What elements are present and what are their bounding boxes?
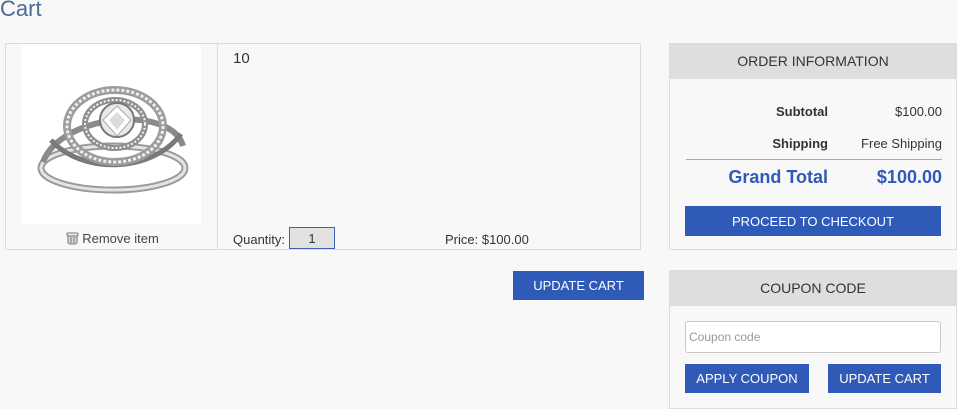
proceed-to-checkout-button[interactable]: PROCEED TO CHECKOUT bbox=[685, 206, 941, 236]
remove-item-link[interactable]: Remove item bbox=[6, 231, 218, 248]
trash-icon bbox=[65, 231, 79, 248]
product-image[interactable] bbox=[21, 44, 201, 224]
item-price: Price: $100.00 bbox=[445, 232, 529, 247]
order-information-header: ORDER INFORMATION bbox=[670, 44, 956, 79]
subtotal-value: $100.00 bbox=[895, 104, 942, 119]
quantity-input[interactable] bbox=[289, 227, 335, 249]
shipping-value: Free Shipping bbox=[861, 136, 942, 151]
grand-total-label: Grand Total bbox=[728, 167, 828, 187]
coupon-code-input[interactable] bbox=[685, 321, 941, 353]
coupon-code-header: COUPON CODE bbox=[670, 271, 956, 306]
remove-item-label: Remove item bbox=[82, 231, 159, 246]
update-cart-button[interactable]: UPDATE CART bbox=[513, 271, 644, 300]
shipping-label: Shipping bbox=[772, 136, 828, 151]
subtotal-label: Subtotal bbox=[776, 104, 828, 119]
quantity-label: Quantity: bbox=[233, 232, 286, 247]
product-image-cell: Remove item bbox=[6, 44, 218, 249]
grand-total-value: $100.00 bbox=[876, 167, 942, 187]
totals-divider bbox=[686, 159, 942, 160]
product-name[interactable]: 10 bbox=[233, 50, 250, 67]
order-information-panel: ORDER INFORMATION Subtotal $100.00 Shipp… bbox=[669, 43, 957, 250]
coupon-code-panel: COUPON CODE APPLY COUPON UPDATE CART bbox=[669, 270, 957, 409]
page-title: Cart bbox=[0, 0, 42, 21]
apply-coupon-button[interactable]: APPLY COUPON bbox=[685, 364, 809, 393]
cart-item-table: Remove item 10 Quantity: Price: $100.00 bbox=[5, 43, 641, 250]
coupon-update-cart-button[interactable]: UPDATE CART bbox=[828, 364, 941, 393]
